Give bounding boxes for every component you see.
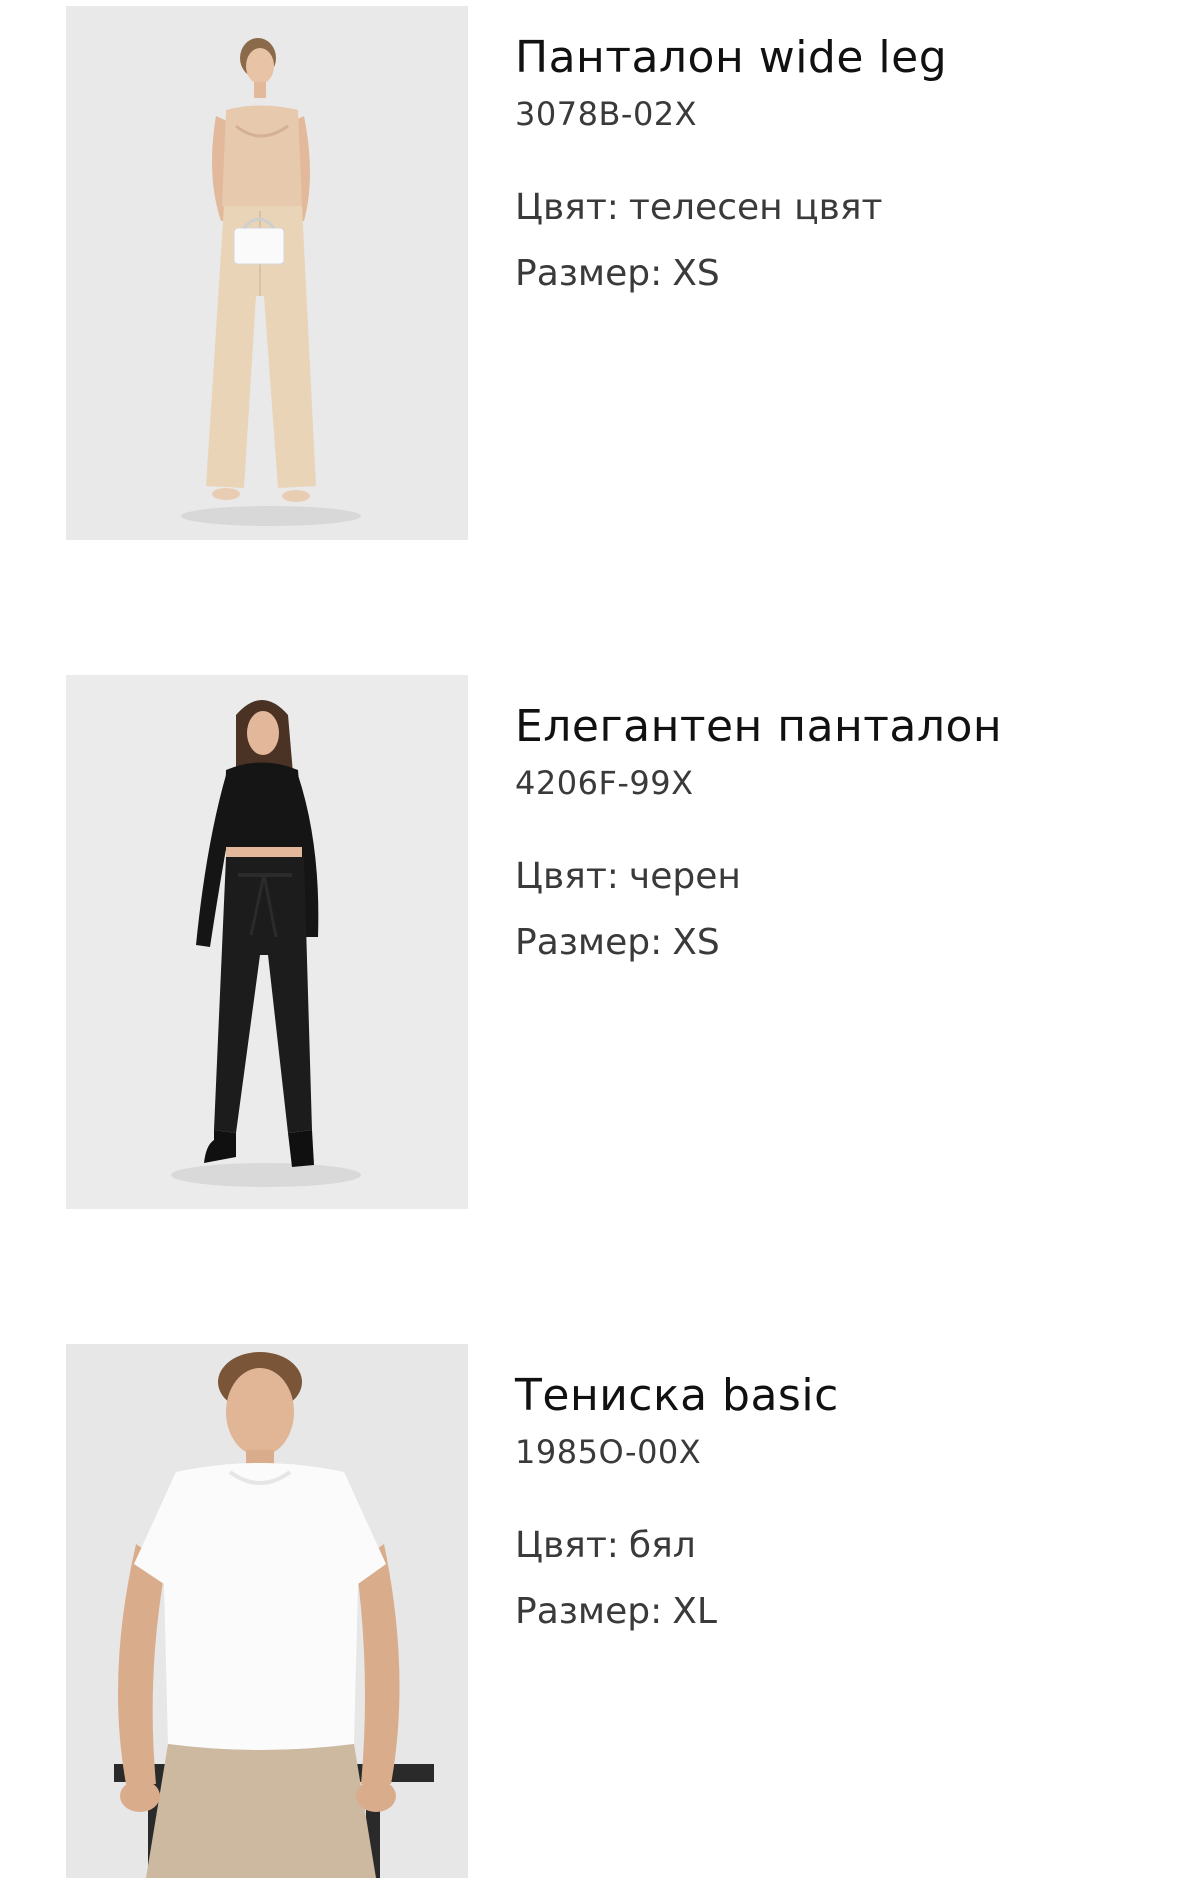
product-info: Панталон wide leg 3078B-02X Цвят: телесен… bbox=[515, 28, 947, 298]
product-size: Размер: XS bbox=[515, 250, 947, 298]
product-sku: 1985O-00X bbox=[515, 1433, 702, 1471]
product-photo[interactable] bbox=[66, 6, 468, 540]
color-label: Цвят: bbox=[515, 187, 619, 228]
product-sku: 4206F-99X bbox=[515, 764, 694, 802]
color-label: Цвят: bbox=[515, 856, 619, 897]
product-photo[interactable] bbox=[66, 675, 468, 1209]
order-item: Тениска basic 1985O-00X Цвят: бял Размер:… bbox=[66, 1344, 1166, 1878]
product-info: Елегантен панталон 4206F-99X Цвят: черен … bbox=[515, 697, 1002, 967]
color-value: телесен цвят bbox=[628, 187, 883, 228]
size-value: XS bbox=[672, 253, 720, 294]
woman-black-outfit-photo bbox=[66, 675, 468, 1209]
product-sku: 3078B-02X bbox=[515, 95, 698, 133]
color-value: бял bbox=[628, 1525, 696, 1566]
order-item: Елегантен панталон 4206F-99X Цвят: черен … bbox=[66, 675, 1166, 1209]
color-value: черен bbox=[628, 856, 741, 897]
product-color: Цвят: черен bbox=[515, 853, 1002, 901]
product-size: Размер: XL bbox=[515, 1588, 839, 1636]
size-label: Размер: bbox=[515, 1591, 663, 1632]
size-label: Размер: bbox=[515, 922, 663, 963]
size-value: XL bbox=[672, 1591, 717, 1632]
woman-beige-wide-leg-pants-photo bbox=[66, 6, 468, 540]
product-info: Тениска basic 1985O-00X Цвят: бял Размер:… bbox=[515, 1366, 839, 1636]
product-size: Размер: XS bbox=[515, 919, 1002, 967]
product-color: Цвят: телесен цвят bbox=[515, 184, 947, 232]
size-label: Размер: bbox=[515, 253, 663, 294]
product-title[interactable]: Панталон wide leg bbox=[515, 28, 947, 88]
man-white-tshirt-photo bbox=[66, 1344, 468, 1878]
color-label: Цвят: bbox=[515, 1525, 619, 1566]
product-title[interactable]: Тениска basic bbox=[515, 1366, 839, 1426]
product-title[interactable]: Елегантен панталон bbox=[515, 697, 1002, 757]
order-item: Панталон wide leg 3078B-02X Цвят: телесен… bbox=[66, 6, 1166, 540]
product-color: Цвят: бял bbox=[515, 1522, 839, 1570]
size-value: XS bbox=[672, 922, 720, 963]
product-photo[interactable] bbox=[66, 1344, 468, 1878]
